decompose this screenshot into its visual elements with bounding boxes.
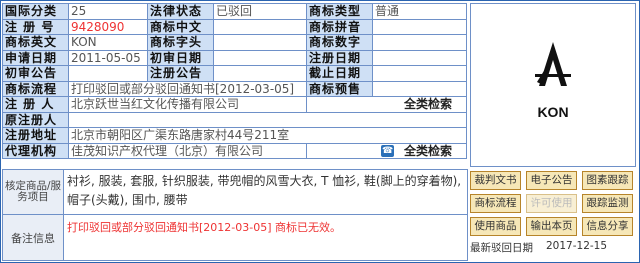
flow-label: 商标流程 <box>2 80 69 97</box>
share-button[interactable]: 信息分享 <box>582 217 633 236</box>
category-value: 25 <box>68 3 148 20</box>
image-track-button[interactable]: 图素跟踪 <box>582 171 633 190</box>
address-value: 北京市朝阳区广渠东路唐家村44号211室 <box>68 127 467 144</box>
goods-services-row: 核定商品/服务项目 衬衫, 服装, 套服, 针织服装, 带兜帽的风雪大衣, T … <box>2 169 468 215</box>
presale-value <box>372 80 467 97</box>
presale-label: 商标预售 <box>306 80 373 97</box>
co-registrant-label: 原注册人 <box>2 111 69 128</box>
trademark-info-table: 国际分类 25 法律状态 已驳回 商标类型 普通 注 册 号 9428090 商… <box>2 3 467 159</box>
en-value: KON <box>68 34 148 51</box>
search-all-link-1[interactable]: 全类检索 <box>404 97 452 111</box>
prelim-notice-value <box>68 65 148 82</box>
cn-name-value <box>213 18 307 35</box>
apply-date-label: 申请日期 <box>2 49 69 66</box>
note-row: 备注信息 打印驳回或部分驳回通知书[2012-03-05] 商标已无效。 <box>2 214 468 261</box>
print-page-button[interactable]: 输出本页 <box>526 217 577 236</box>
deadline-label: 截止日期 <box>306 65 373 82</box>
license-button[interactable]: 许可使用 <box>526 194 577 213</box>
referee-docs-button[interactable]: 裁判文书 <box>470 171 521 190</box>
search-all-link-2[interactable]: 全类检索 <box>404 144 452 158</box>
e-notice-button[interactable]: 电子公告 <box>526 171 577 190</box>
trademark-flow-button[interactable]: 商标流程 <box>470 194 521 213</box>
en-label: 商标英文 <box>2 34 69 51</box>
cn-name-label: 商标中文 <box>147 18 214 35</box>
digits-value <box>372 34 467 51</box>
note-value: 打印驳回或部分驳回通知书[2012-03-05] 商标已无效。 <box>67 221 342 234</box>
latest-review-label: 最新驳回日期 <box>470 242 533 254</box>
initials-value <box>213 34 307 51</box>
co-registrant-value <box>68 111 467 128</box>
reg-no-label: 注 册 号 <box>2 18 69 35</box>
registrant-label: 注 册 人 <box>2 96 69 113</box>
legal-status-value: 已驳回 <box>213 3 307 20</box>
logo-text: KON <box>537 104 569 120</box>
reg-notice-value <box>213 65 307 82</box>
reg-date-label: 注册日期 <box>306 49 373 66</box>
goods-services-value: 衬衫, 服装, 套服, 针织服装, 带兜帽的风雪大衣, T 恤衫, 鞋(脚上的穿… <box>67 174 462 207</box>
reg-date-value <box>372 49 467 66</box>
agent-label: 代理机构 <box>2 142 69 159</box>
kon-logo-icon <box>535 42 571 86</box>
phone-icon[interactable]: ☎ <box>381 145 395 158</box>
reg-notice-label: 注册公告 <box>147 65 214 82</box>
initials-label: 商标字头 <box>147 34 214 51</box>
prelim-date-value <box>213 49 307 66</box>
pinyin-label: 商标拼音 <box>306 18 373 35</box>
trademark-logo: KON <box>470 3 636 167</box>
reg-no-value: 9428090 <box>68 18 148 35</box>
flow-value: 打印驳回或部分驳回通知书[2012-03-05] <box>68 80 307 97</box>
pinyin-value <box>372 18 467 35</box>
digits-label: 商标数字 <box>306 34 373 51</box>
address-label: 注册地址 <box>2 127 69 144</box>
latest-review-date: 最新驳回日期 2017-12-15 <box>470 240 634 255</box>
registrant-value: 北京跃世当红文化传播有限公司 <box>68 96 307 113</box>
track-monitor-button[interactable]: 跟踪监测 <box>582 194 633 213</box>
type-label: 商标类型 <box>306 3 373 20</box>
goods-used-button[interactable]: 使用商品 <box>470 217 521 236</box>
prelim-notice-label: 初审公告 <box>2 65 69 82</box>
goods-services-label: 核定商品/服务项目 <box>3 170 64 214</box>
agent-value: 佳茂知识产权代理（北京）有限公司 <box>68 142 307 159</box>
latest-review-value: 2017-12-15 <box>546 240 608 252</box>
legal-status-label: 法律状态 <box>147 3 214 20</box>
apply-date-value: 2011-05-05 <box>68 49 148 66</box>
prelim-date-label: 初审日期 <box>147 49 214 66</box>
category-label: 国际分类 <box>2 3 69 20</box>
type-value: 普通 <box>372 3 467 20</box>
note-label: 备注信息 <box>3 215 64 260</box>
deadline-value <box>372 65 467 82</box>
